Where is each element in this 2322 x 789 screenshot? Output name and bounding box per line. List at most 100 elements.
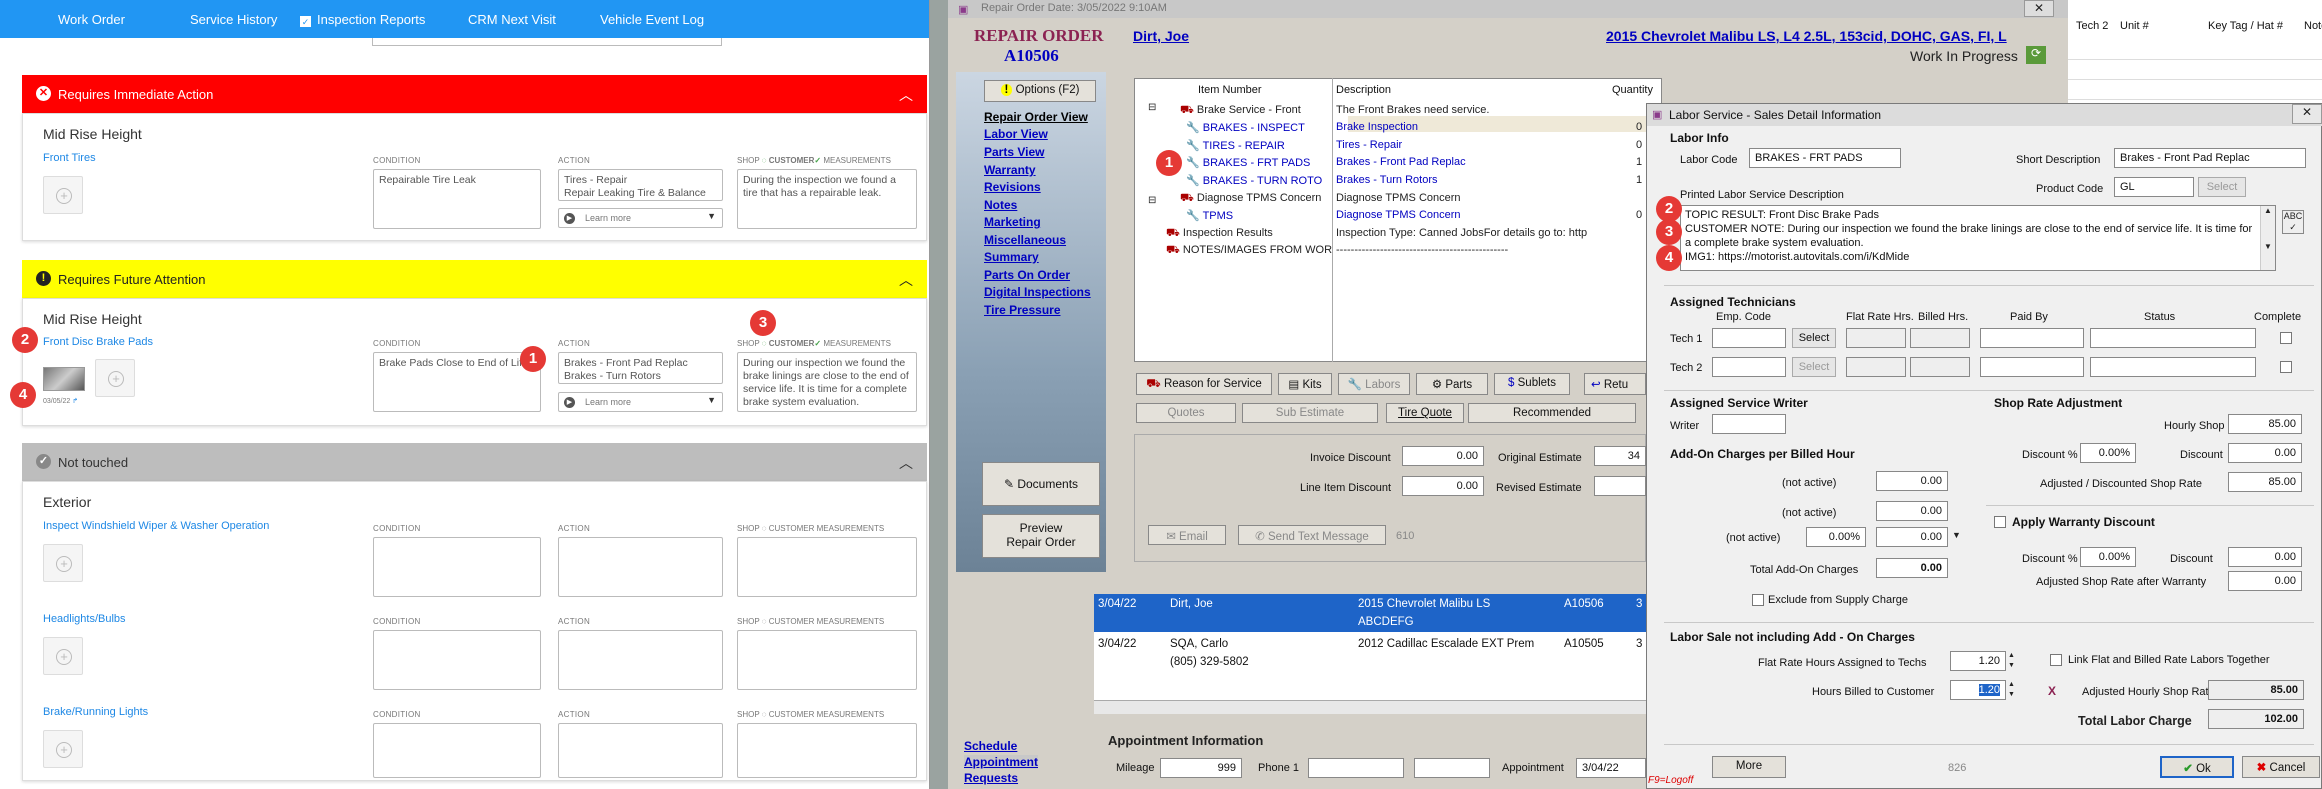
share-icon[interactable]: ↱	[72, 398, 78, 405]
condition-box[interactable]: Repairable Tire Leak	[373, 169, 541, 229]
ro-close-button[interactable]: ✕	[2024, 0, 2054, 17]
ro-row[interactable]: 🔧 BRAKES - INSPECT	[1186, 121, 1305, 134]
nav-appointment[interactable]: Appointment	[964, 755, 1038, 769]
email-button[interactable]: ✉ Email	[1148, 525, 1226, 545]
mileage-field[interactable]: 999	[1160, 758, 1242, 778]
tab-vehicle-event-log[interactable]: Vehicle Event Log	[600, 12, 704, 27]
ro-row[interactable]: ⛟ Diagnose TPMS Concern	[1180, 192, 1321, 206]
product-code-field[interactable]: GL	[2114, 177, 2194, 197]
parts-button[interactable]: ⚙ Parts	[1416, 373, 1488, 395]
action-box[interactable]: Tires - Repair Repair Leaking Tire & Bal…	[558, 169, 723, 201]
tech1-select-button[interactable]: Select	[1792, 328, 1836, 348]
action-box[interactable]	[558, 630, 723, 690]
original-estimate-field[interactable]: 34	[1594, 446, 1646, 466]
inspection-item-link[interactable]: Brake/Running Lights	[43, 706, 148, 718]
chevron-up-icon[interactable]: ︿	[899, 85, 913, 105]
writer-field[interactable]	[1712, 414, 1786, 434]
labors-button[interactable]: 🔧 Labors	[1338, 373, 1410, 395]
reason-for-service-button[interactable]: ⛟ Reason for Service	[1136, 373, 1272, 395]
inspection-item-link[interactable]: Headlights/Bulbs	[43, 613, 126, 625]
inspection-item-link[interactable]: Front Tires	[43, 152, 96, 164]
add-photo-button[interactable]: +	[95, 359, 135, 397]
tech1-status-field[interactable]	[2090, 328, 2256, 348]
section-future-attention[interactable]: ! Requires Future Attention ︿	[22, 260, 927, 298]
action-box[interactable]	[558, 537, 723, 597]
add-photo-button[interactable]: +	[43, 730, 83, 768]
ro-row[interactable]: 🔧 BRAKES - FRT PADS	[1186, 156, 1310, 169]
horizontal-scrollbar[interactable]	[1094, 700, 1646, 714]
customer-text-box[interactable]: During our inspection we found the brake…	[737, 352, 917, 412]
ro-row[interactable]: 🔧 TIRES - REPAIR	[1186, 139, 1285, 152]
collapse-icon[interactable]: ⊟	[1148, 195, 1156, 206]
condition-box[interactable]: Brake Pads Close to End of Life	[373, 352, 541, 412]
customer-text-box[interactable]	[737, 630, 917, 690]
tech2-emp-field[interactable]	[1712, 357, 1786, 377]
more-button[interactable]: More	[1712, 756, 1786, 778]
tech1-flat-rate-field[interactable]	[1846, 328, 1906, 348]
customer-text-box[interactable]	[737, 537, 917, 597]
tech1-billed-field[interactable]	[1910, 328, 1970, 348]
adjusted-field[interactable]: 85.00	[2228, 472, 2302, 492]
nav-labor-view[interactable]: Labor View	[984, 127, 1048, 141]
action-box[interactable]	[558, 723, 723, 778]
discount-field[interactable]: 0.00	[2228, 443, 2302, 463]
tab-service-history[interactable]: Service History	[190, 12, 277, 27]
tech1-emp-field[interactable]	[1712, 328, 1786, 348]
preview-button[interactable]: Preview Repair Order	[982, 514, 1100, 558]
section-immediate-action[interactable]: ✕ Requires Immediate Action ︿	[22, 75, 927, 113]
apply-warranty-checkbox[interactable]	[1994, 516, 2006, 528]
phone1-ext-field[interactable]	[1414, 758, 1490, 778]
add-photo-button[interactable]: +	[43, 176, 83, 214]
send-text-button[interactable]: ✆ Send Text Message	[1238, 525, 1386, 545]
nav-parts-on-order[interactable]: Parts On Order	[984, 268, 1070, 282]
tech2-status-field[interactable]	[2090, 357, 2256, 377]
condition-box[interactable]	[373, 630, 541, 690]
revised-estimate-field[interactable]	[1594, 476, 1646, 496]
textarea-scrollbar[interactable]: ▲ ▼	[2260, 206, 2275, 270]
dropdown-arrow-icon[interactable]: ▼	[1952, 530, 1961, 540]
kits-button[interactable]: ▤ Kits	[1278, 373, 1332, 395]
billed-spinner[interactable]: ▲ ▼	[2008, 680, 2015, 700]
product-code-select-button[interactable]: Select	[2198, 177, 2246, 197]
nav-warranty[interactable]: Warranty	[984, 163, 1036, 177]
labor-code-field[interactable]: BRAKES - FRT PADS	[1749, 148, 1901, 168]
addon3-pct-field[interactable]: 0.00%	[1806, 527, 1866, 547]
cancel-button[interactable]: ✖ Cancel	[2242, 756, 2320, 778]
nav-notes[interactable]: Notes	[984, 198, 1017, 212]
flat-assigned-field[interactable]: 1.20	[1950, 651, 2006, 671]
tech2-select-button[interactable]: Select	[1792, 357, 1836, 377]
adj-hourly-field[interactable]: 85.00	[2208, 680, 2304, 700]
documents-button[interactable]: ✎ Documents	[982, 462, 1100, 506]
addon3-field[interactable]: 0.00	[1876, 527, 1948, 547]
chevron-up-icon[interactable]: ︿	[899, 453, 913, 473]
brake-pad-photo[interactable]	[43, 367, 85, 391]
learn-more-dropdown[interactable]: ▶ Learn more ▼	[558, 208, 723, 228]
spellcheck-icon[interactable]: ABC ✓	[2282, 210, 2304, 234]
action-box[interactable]: Brakes - Front Pad Replac Brakes - Turn …	[558, 352, 723, 384]
short-desc-field[interactable]: Brakes - Front Pad Replac	[2114, 148, 2306, 168]
nav-marketing[interactable]: Marketing	[984, 215, 1041, 229]
collapse-icon[interactable]: ⊟	[1148, 102, 1156, 113]
addon2-field[interactable]: 0.00	[1876, 501, 1948, 521]
nav-repair-order-view[interactable]: Repair Order View	[984, 110, 1088, 124]
nav-tire-pressure[interactable]: Tire Pressure	[984, 303, 1061, 317]
options-button[interactable]: ! Options (F2)	[984, 80, 1096, 102]
refresh-icon[interactable]: ⟳	[2026, 46, 2046, 64]
vehicle-link[interactable]: 2015 Chevrolet Malibu LS, L4 2.5L, 153ci…	[1606, 28, 2007, 44]
ro-row[interactable]: ⛟ Inspection Results	[1166, 227, 1273, 241]
dialog-close-button[interactable]: ✕	[2292, 104, 2322, 124]
phone1-field[interactable]	[1308, 758, 1404, 778]
ok-button[interactable]: ✔ Ok	[2160, 756, 2234, 778]
w-discount-pct-field[interactable]: 0.00%	[2080, 547, 2136, 567]
link-labors-checkbox[interactable]	[2050, 654, 2062, 666]
tech2-flat-rate-field[interactable]	[1846, 357, 1906, 377]
nav-digital-inspections[interactable]: Digital Inspections	[984, 285, 1091, 299]
customer-link[interactable]: Dirt, Joe	[1133, 28, 1189, 44]
tab-inspection-reports[interactable]: ✓ Inspection Reports	[300, 12, 425, 27]
learn-more-dropdown[interactable]: ▶ Learn more ▼	[558, 392, 723, 412]
exclude-supply-checkbox[interactable]	[1752, 594, 1764, 606]
ro-row[interactable]: 🔧 BRAKES - TURN ROTO	[1186, 174, 1322, 187]
nav-schedule[interactable]: Schedule	[964, 739, 1017, 753]
w-discount-field[interactable]: 0.00	[2228, 547, 2302, 567]
inspection-item-link[interactable]: Front Disc Brake Pads	[43, 336, 153, 348]
